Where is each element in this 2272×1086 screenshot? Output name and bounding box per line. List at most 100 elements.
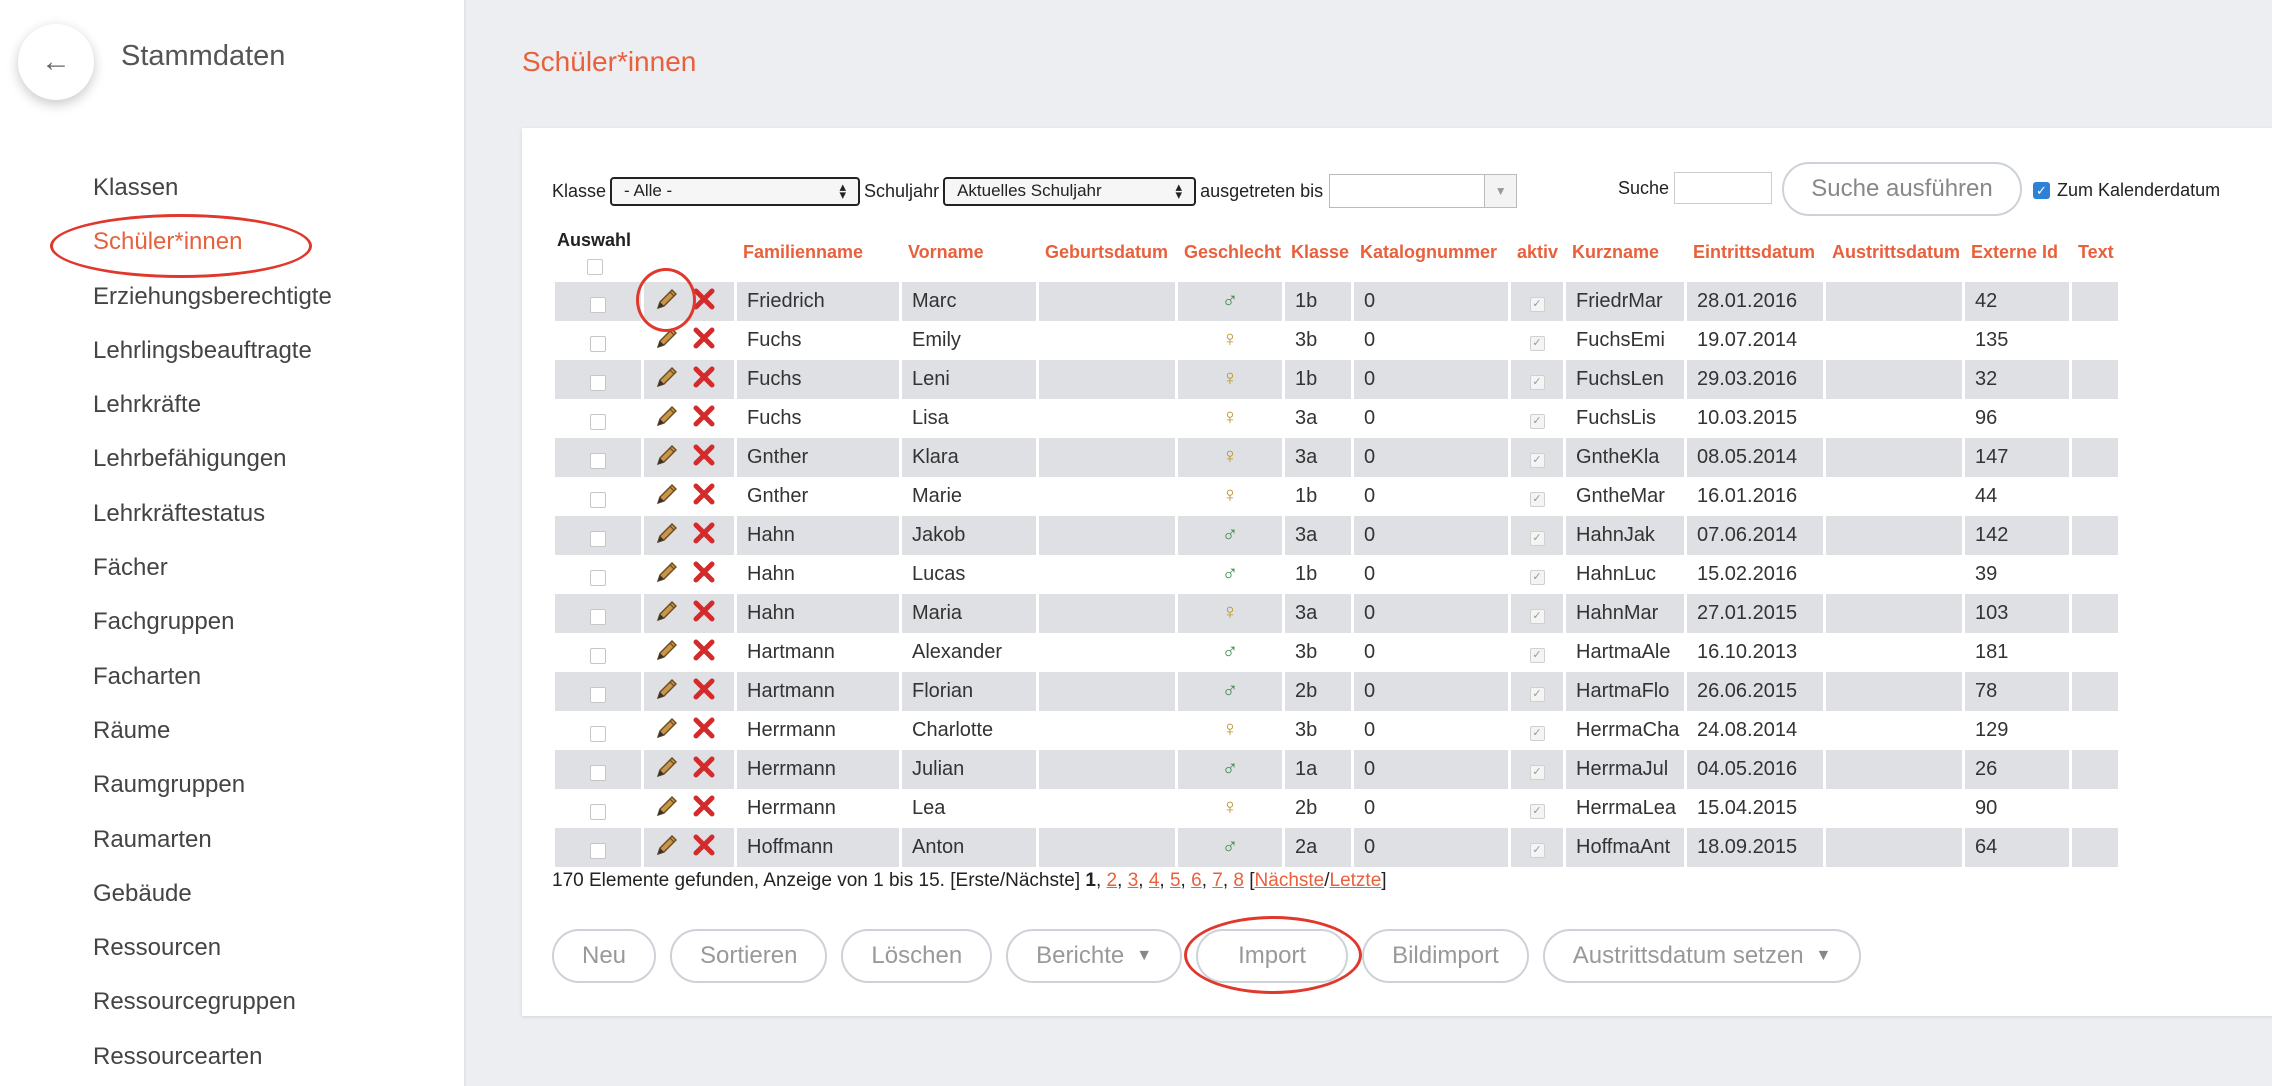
row-checkbox[interactable] [590,413,606,430]
back-button[interactable]: ← [18,24,94,100]
pencil-icon[interactable] [654,598,680,630]
row-checkbox[interactable] [590,842,606,859]
sidebar-item[interactable]: Gebäude [93,874,332,928]
column-header[interactable]: Geburtsdatum [1039,234,1175,282]
pencil-icon[interactable] [654,403,680,435]
pencil-icon[interactable] [654,637,680,669]
pencil-icon[interactable] [654,754,680,786]
column-header[interactable]: Katalognummer [1354,234,1508,282]
sidebar-item[interactable]: Fächer [93,548,332,602]
row-checkbox[interactable] [590,296,606,313]
schuljahr-select[interactable]: Aktuelles Schuljahr ▴ ▾ [943,176,1197,206]
ausgetreten-input[interactable] [1330,175,1484,207]
row-checkbox[interactable] [590,569,606,586]
pencil-icon[interactable] [654,559,680,591]
delete-x-icon[interactable] [692,365,716,395]
sidebar-item[interactable]: Ressourcegruppen [93,982,332,1036]
pencil-icon[interactable] [654,676,680,708]
pencil-icon[interactable] [654,325,680,357]
sidebar-item[interactable]: Fachgruppen [93,602,332,656]
pencil-icon[interactable] [654,286,680,318]
column-header[interactable]: Familienname [737,234,899,282]
column-header[interactable]: Eintrittsdatum [1687,234,1823,282]
delete-x-icon[interactable] [692,521,716,551]
pencil-icon[interactable] [654,442,680,474]
row-checkbox[interactable] [590,686,606,703]
sidebar-item[interactable]: Klassen [93,168,332,222]
column-header[interactable]: Klasse [1285,234,1351,282]
sidebar-item[interactable]: Lehrlingsbeauftragte [93,331,332,385]
pencil-icon[interactable] [654,520,680,552]
row-checkbox[interactable] [590,647,606,664]
search-input[interactable] [1674,172,1772,204]
sidebar-item[interactable]: Raumarten [93,820,332,874]
column-header[interactable]: Kurzname [1566,234,1684,282]
delete-x-icon[interactable] [692,404,716,434]
delete-x-icon[interactable] [692,326,716,356]
row-checkbox[interactable] [590,335,606,352]
delete-x-icon[interactable] [692,560,716,590]
kalenderdatum-checkbox[interactable]: ✓ [2033,182,2050,199]
pencil-icon[interactable] [654,481,680,513]
klasse-select[interactable]: - Alle - ▴ ▾ [610,176,861,206]
delete-x-icon[interactable] [692,638,716,668]
column-header[interactable]: Text [2072,234,2118,282]
page-link[interactable]: 8 [1233,870,1244,891]
column-header[interactable]: Geschlecht [1178,234,1282,282]
sidebar-item[interactable]: Räume [93,711,332,765]
import-button[interactable]: Import [1196,929,1349,983]
table-row[interactable]: Hoffmann Anton ♂ 2a 0 ✓ HoffmaAnt 18.09.2015 64 [555,828,2118,867]
next-page-link[interactable]: Nächste [1255,870,1325,891]
pencil-icon[interactable] [654,793,680,825]
row-checkbox[interactable] [590,452,606,469]
page-link[interactable]: 6 [1191,870,1202,891]
table-row[interactable]: Friedrich Marc ♂ 1b 0 ✓ FriedrMar 28.01.2016 42 [555,282,2118,321]
sidebar-item[interactable]: Schüler*innen [93,222,332,276]
table-row[interactable]: Hahn Lucas ♂ 1b 0 ✓ HahnLuc 15.02.2016 39 [555,555,2118,594]
page-link[interactable]: 5 [1170,870,1181,891]
delete-x-icon[interactable] [692,599,716,629]
table-row[interactable]: Hartmann Alexander ♂ 3b 0 ✓ HartmaAle 16.10.201… [555,633,2118,672]
column-header[interactable]: Austrittsdatum [1826,234,1962,282]
page-link[interactable]: 4 [1149,870,1160,891]
row-checkbox[interactable] [590,764,606,781]
delete-x-icon[interactable] [692,287,716,317]
row-checkbox[interactable] [590,374,606,391]
search-button[interactable]: Suche ausführen [1782,162,2022,216]
delete-x-icon[interactable] [692,755,716,785]
delete-x-icon[interactable] [692,482,716,512]
combobox-dropdown-icon[interactable]: ▼ [1484,175,1517,207]
table-row[interactable]: Fuchs Lisa ♀ 3a 0 ✓ FuchsLis 10.03.2015 96 [555,399,2118,438]
pencil-icon[interactable] [654,364,680,396]
delete-x-icon[interactable] [692,716,716,746]
column-header[interactable]: aktiv [1511,234,1563,282]
table-row[interactable]: Herrmann Charlotte ♀ 3b 0 ✓ HerrmaCha 24.08.201… [555,711,2118,750]
row-checkbox[interactable] [590,725,606,742]
delete-x-icon[interactable] [692,443,716,473]
table-row[interactable]: Hartmann Florian ♂ 2b 0 ✓ HartmaFlo 26.06.2015 7… [555,672,2118,711]
bildimport-button[interactable]: Bildimport [1362,929,1529,983]
table-row[interactable]: Herrmann Lea ♀ 2b 0 ✓ HerrmaLea 15.04.2015 90 [555,789,2118,828]
table-row[interactable]: Gnther Klara ♀ 3a 0 ✓ GntheKla 08.05.2014 147 [555,438,2118,477]
sidebar-item[interactable]: Ressourcearten [93,1037,332,1086]
table-row[interactable]: Fuchs Emily ♀ 3b 0 ✓ FuchsEmi 19.07.2014 135 [555,321,2118,360]
loeschen-button[interactable]: Löschen [841,929,993,983]
last-page-link[interactable]: Letzte [1330,870,1382,891]
sidebar-item[interactable]: Raumgruppen [93,765,332,819]
row-checkbox[interactable] [590,530,606,547]
berichte-button[interactable]: Berichte ▼ [1006,929,1183,983]
sidebar-item[interactable]: Lehrbefähigungen [93,439,332,493]
sortieren-button[interactable]: Sortieren [670,929,828,983]
row-checkbox[interactable] [590,491,606,508]
column-header[interactable]: Vorname [902,234,1036,282]
table-row[interactable]: Gnther Marie ♀ 1b 0 ✓ GntheMar 16.01.2016 44 [555,477,2118,516]
column-header[interactable]: Externe Id [1965,234,2069,282]
delete-x-icon[interactable] [692,794,716,824]
kalenderdatum-option[interactable]: ✓ Zum Kalenderdatum [2033,180,2220,201]
ausgetreten-combobox[interactable]: ▼ [1329,174,1518,208]
delete-x-icon[interactable] [692,677,716,707]
table-row[interactable]: Fuchs Leni ♀ 1b 0 ✓ FuchsLen 29.03.2016 32 [555,360,2118,399]
delete-x-icon[interactable] [692,833,716,863]
pencil-icon[interactable] [654,832,680,864]
sidebar-item[interactable]: Ressourcen [93,928,332,982]
